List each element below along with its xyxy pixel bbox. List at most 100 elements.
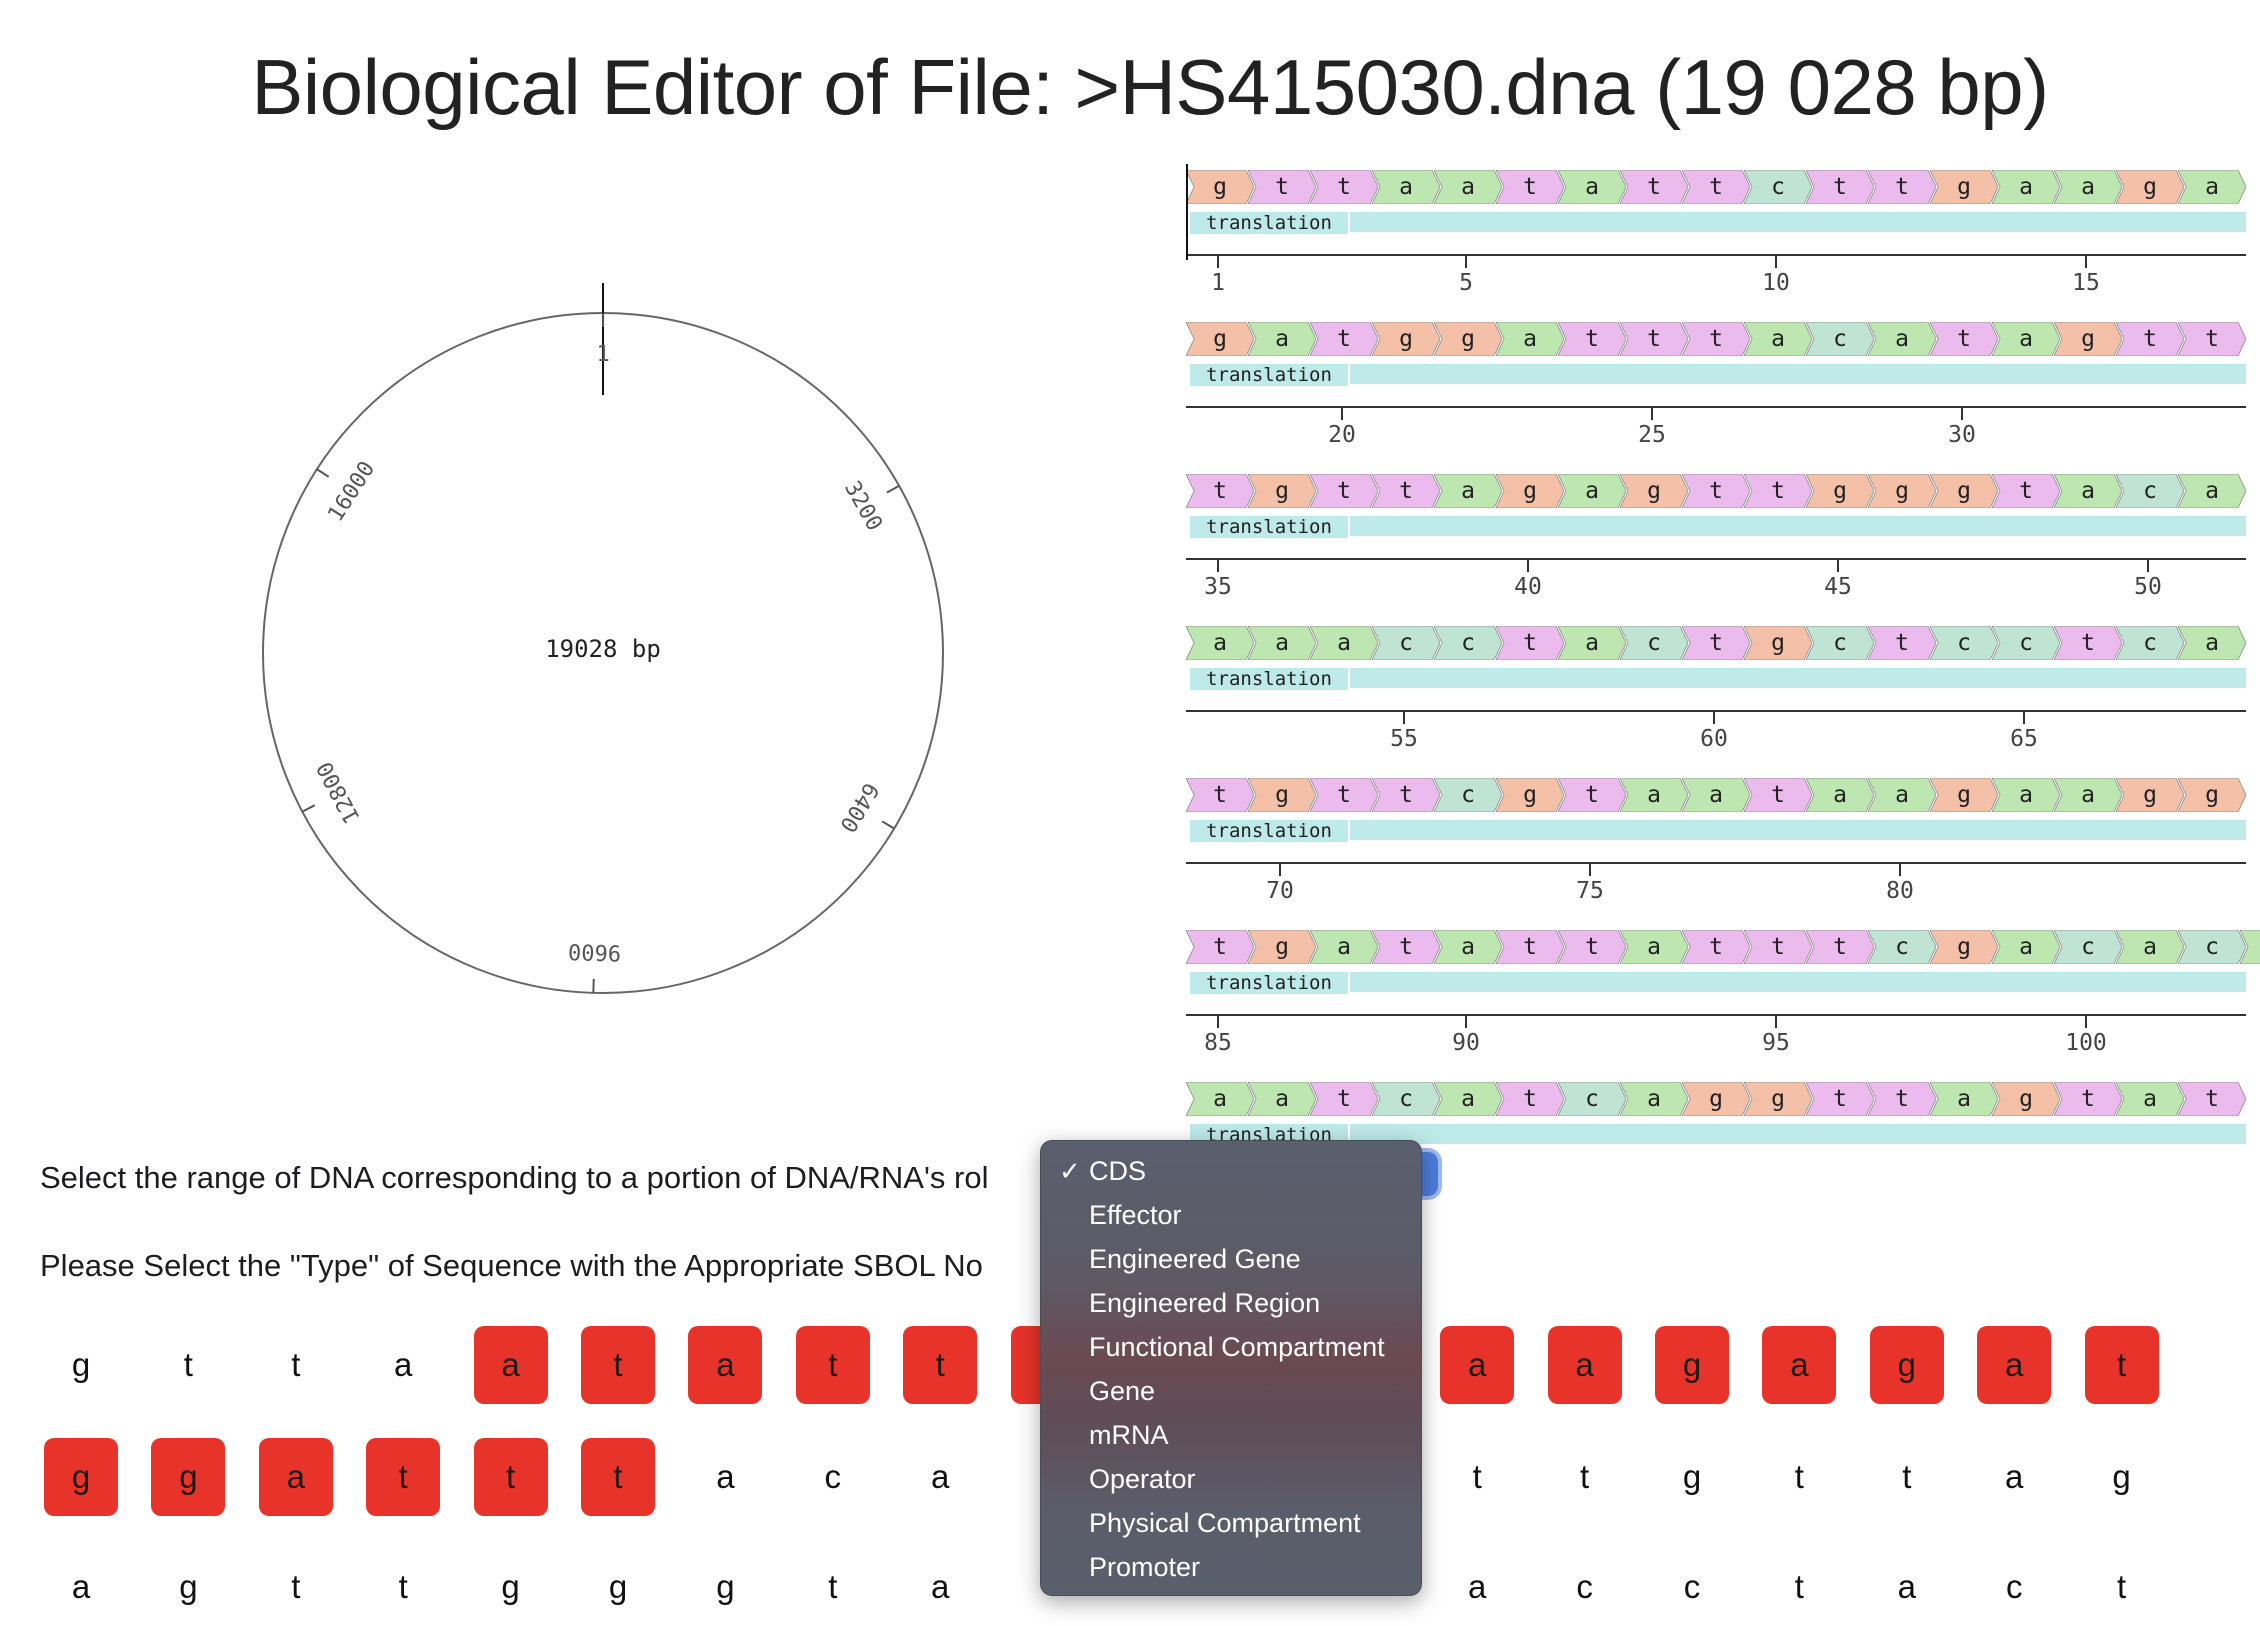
dropdown-option[interactable]: Functional Compartment xyxy=(1041,1325,1421,1369)
base-cell[interactable]: t xyxy=(1762,1548,1836,1626)
base-arrow[interactable]: a xyxy=(1186,1082,1254,1116)
base-arrow[interactable]: g xyxy=(1186,170,1254,204)
base-arrow[interactable]: t xyxy=(1186,474,1254,508)
selected-base-cell[interactable]: t xyxy=(903,1326,977,1404)
base-arrow[interactable]: t xyxy=(1310,778,1378,812)
base-arrow[interactable]: a xyxy=(2116,930,2184,964)
base-arrow[interactable]: a xyxy=(1434,930,1502,964)
selected-base-cell[interactable]: t xyxy=(581,1326,655,1404)
base-arrow[interactable]: c xyxy=(1372,626,1440,660)
base-arrow[interactable]: a xyxy=(1434,170,1502,204)
base-arrow[interactable]: a xyxy=(2054,474,2122,508)
selected-base-cell[interactable]: a xyxy=(1762,1326,1836,1404)
base-arrow[interactable]: a xyxy=(2116,1082,2184,1116)
sbol-type-dropdown[interactable]: ✓CDSEffectorEngineered GeneEngineered Re… xyxy=(1040,1140,1422,1596)
base-arrow[interactable]: g xyxy=(1930,474,1998,508)
base-arrow[interactable]: g xyxy=(1744,1082,1812,1116)
sequence-row[interactable]: tgatattatttcgacacatranslation859095100 xyxy=(1186,920,2260,1060)
base-arrow[interactable]: a xyxy=(1496,322,1564,356)
base-cell[interactable]: a xyxy=(366,1326,440,1404)
selected-base-cell[interactable]: t xyxy=(2085,1326,2159,1404)
selected-base-cell[interactable]: g xyxy=(1870,1326,1944,1404)
base-arrow[interactable]: a xyxy=(1558,474,1626,508)
base-arrow[interactable]: a xyxy=(1620,930,1688,964)
base-arrow[interactable]: g xyxy=(1682,1082,1750,1116)
base-arrow[interactable]: t xyxy=(1310,322,1378,356)
base-arrow[interactable]: a xyxy=(2178,626,2246,660)
dropdown-option[interactable]: Engineered Gene xyxy=(1041,1237,1421,1281)
base-arrow[interactable]: g xyxy=(1186,322,1254,356)
base-arrow[interactable]: g xyxy=(1744,626,1812,660)
sequence-row[interactable]: gatggatttacatagtttranslation202530 xyxy=(1186,312,2260,452)
base-arrow[interactable]: t xyxy=(1806,930,1874,964)
base-arrow[interactable]: g xyxy=(1930,778,1998,812)
selected-base-cell[interactable]: a xyxy=(1548,1326,1622,1404)
dropdown-option[interactable]: Operator xyxy=(1041,1457,1421,1501)
base-arrow[interactable]: t xyxy=(1620,170,1688,204)
base-arrow[interactable]: t xyxy=(1806,170,1874,204)
base-arrow[interactable]: g xyxy=(1248,930,1316,964)
base-arrow[interactable]: t xyxy=(1868,1082,1936,1116)
base-arrow[interactable]: c xyxy=(1806,322,1874,356)
base-cell[interactable]: g xyxy=(688,1548,762,1626)
selected-base-cell[interactable]: t xyxy=(366,1438,440,1516)
base-arrow[interactable]: t xyxy=(1744,930,1812,964)
base-arrow[interactable]: a xyxy=(1992,930,2060,964)
base-cell[interactable]: a xyxy=(688,1438,762,1516)
base-cell[interactable]: a xyxy=(1977,1438,2051,1516)
base-cell[interactable]: c xyxy=(1655,1548,1729,1626)
base-cell[interactable]: t xyxy=(2085,1548,2159,1626)
sequence-row[interactable]: tgttcgtaataagaaggtranslation707580 xyxy=(1186,768,2260,908)
base-arrow[interactable]: g xyxy=(2116,170,2184,204)
base-arrow[interactable]: t xyxy=(1682,322,1750,356)
base-arrow[interactable]: a xyxy=(1620,778,1688,812)
base-arrow[interactable]: t xyxy=(1372,930,1440,964)
base-cell[interactable]: t xyxy=(1762,1438,1836,1516)
base-arrow[interactable]: a xyxy=(1248,1082,1316,1116)
base-arrow[interactable]: a xyxy=(1186,626,1254,660)
base-cell[interactable]: c xyxy=(796,1438,870,1516)
base-arrow[interactable]: t xyxy=(1372,474,1440,508)
base-arrow[interactable]: a xyxy=(1434,1082,1502,1116)
base-cell[interactable]: g xyxy=(44,1326,118,1404)
base-arrow[interactable]: a xyxy=(2178,170,2246,204)
base-arrow[interactable]: c xyxy=(1372,1082,1440,1116)
base-arrow[interactable]: t xyxy=(1620,322,1688,356)
base-arrow[interactable]: a xyxy=(1620,1082,1688,1116)
base-arrow[interactable]: t xyxy=(1372,778,1440,812)
translation-feature[interactable]: translation xyxy=(1190,516,2246,536)
base-arrow[interactable]: g xyxy=(1992,1082,2060,1116)
base-arrow[interactable]: t xyxy=(2054,1082,2122,1116)
dropdown-option[interactable]: Engineered Region xyxy=(1041,1281,1421,1325)
base-cell[interactable]: a xyxy=(903,1548,977,1626)
base-arrow[interactable]: t xyxy=(1682,626,1750,660)
base-cell[interactable]: a xyxy=(903,1438,977,1516)
sequence-row[interactable]: aatcatcaggttagtattranslation xyxy=(1186,1072,2260,1150)
selected-base-cell[interactable]: a xyxy=(259,1438,333,1516)
dropdown-option[interactable]: Effector xyxy=(1041,1193,1421,1237)
base-arrow[interactable]: a xyxy=(1806,778,1874,812)
base-cell[interactable]: t xyxy=(1870,1438,1944,1516)
base-arrow[interactable]: c xyxy=(2178,930,2246,964)
selected-base-cell[interactable]: a xyxy=(1977,1326,2051,1404)
base-arrow[interactable]: a xyxy=(1744,322,1812,356)
base-arrow[interactable]: a xyxy=(1248,626,1316,660)
base-arrow[interactable]: g xyxy=(2054,322,2122,356)
base-arrow[interactable]: c xyxy=(1744,170,1812,204)
selected-base-cell[interactable]: a xyxy=(474,1326,548,1404)
base-arrow[interactable]: t xyxy=(1558,930,1626,964)
selected-base-cell[interactable]: g xyxy=(44,1438,118,1516)
base-arrow[interactable]: t xyxy=(1682,474,1750,508)
selected-base-cell[interactable]: a xyxy=(688,1326,762,1404)
base-arrow[interactable]: t xyxy=(1496,930,1564,964)
base-arrow[interactable]: g xyxy=(1248,474,1316,508)
selected-base-cell[interactable]: t xyxy=(796,1326,870,1404)
base-cell[interactable]: g xyxy=(2085,1438,2159,1516)
base-arrow[interactable]: a xyxy=(1868,322,1936,356)
base-arrow[interactable]: c xyxy=(1806,626,1874,660)
base-arrow[interactable]: t xyxy=(1558,322,1626,356)
base-arrow[interactable]: a xyxy=(1248,322,1316,356)
base-arrow[interactable]: t xyxy=(1496,1082,1564,1116)
dropdown-option[interactable]: mRNA xyxy=(1041,1413,1421,1457)
base-arrow[interactable]: c xyxy=(2116,626,2184,660)
